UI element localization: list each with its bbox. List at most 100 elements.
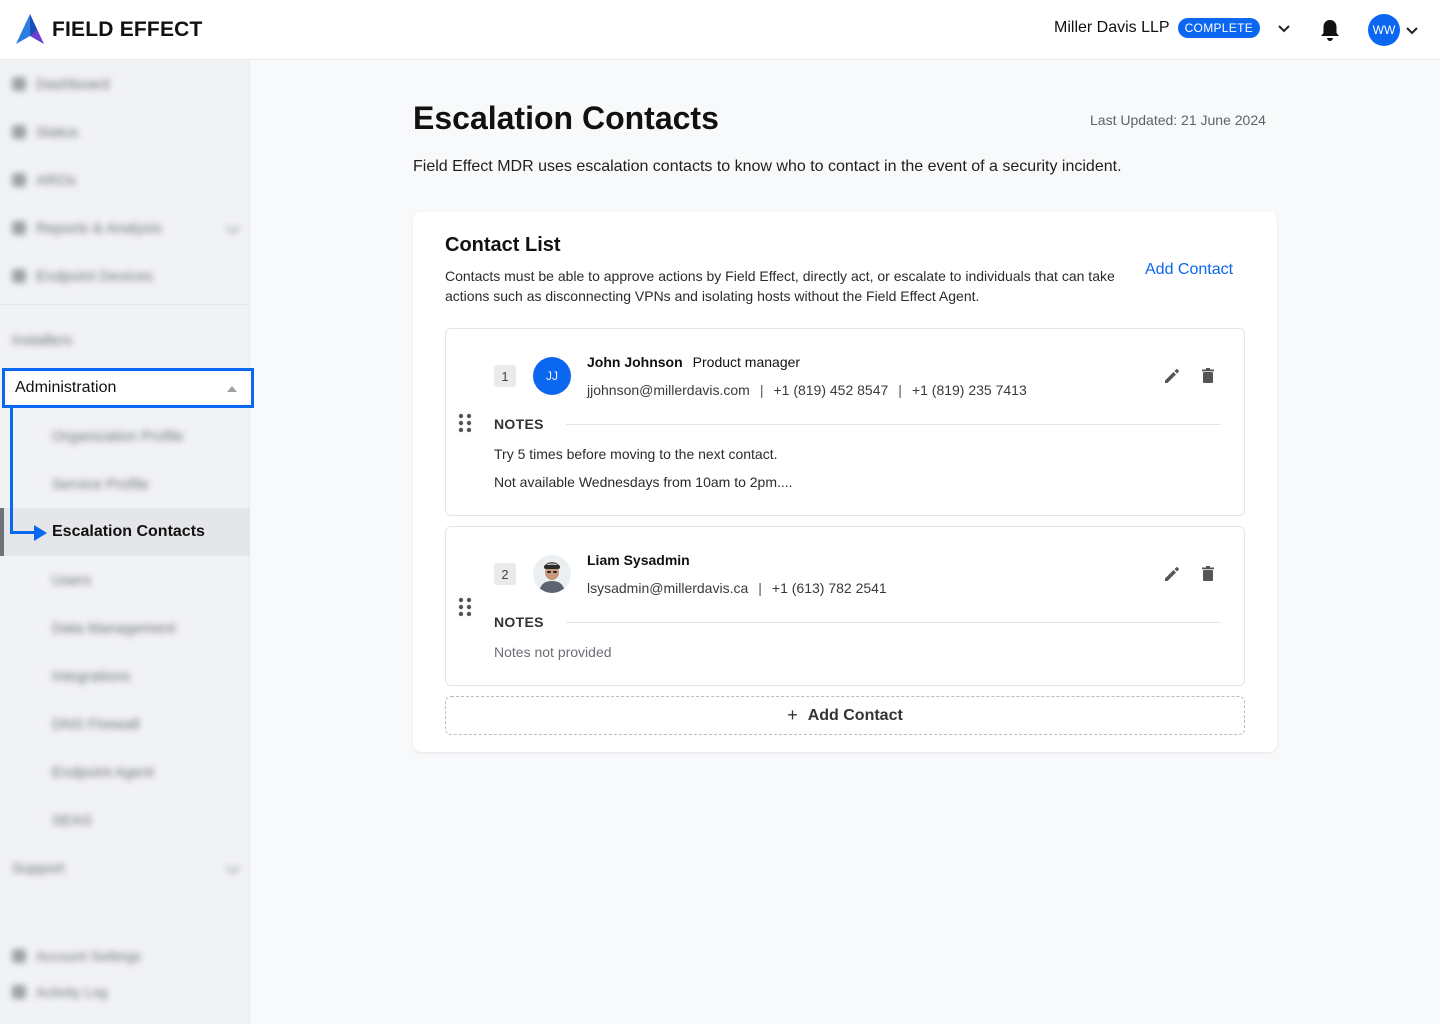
add-contact-link[interactable]: Add Contact	[1145, 261, 1233, 279]
grid-icon	[12, 77, 26, 91]
sidebar-item-account-settings[interactable]: Account Settings	[0, 938, 250, 974]
sidebar: Dashboard Status AROs Reports & Analysis…	[0, 60, 254, 1024]
trash-icon[interactable]	[1198, 366, 1218, 386]
sidebar-item-integrations[interactable]: Integrations	[0, 652, 250, 700]
user-icon	[12, 949, 26, 963]
notes-divider	[566, 424, 1221, 425]
chevron-down-icon[interactable]	[1404, 22, 1420, 38]
sidebar-item-label: SEAS	[52, 811, 93, 829]
activity-icon	[12, 985, 26, 999]
device-icon	[12, 269, 26, 283]
org-selector[interactable]: Miller Davis LLP COMPLETE	[1054, 18, 1292, 38]
last-updated: Last Updated: 21 June 2024	[1090, 112, 1266, 128]
contact-list-title: Contact List	[445, 234, 561, 256]
brand[interactable]: FIELD EFFECT	[16, 14, 203, 46]
sidebar-item-dashboard[interactable]: Dashboard	[0, 60, 250, 108]
sidebar-item-label: DNS Firewall	[52, 715, 140, 733]
contact-name: John Johnson	[587, 354, 683, 370]
contact-details: lsysadmin@millerdavis.ca | +1 (613) 782 …	[587, 580, 887, 596]
sidebar-item-label: Endpoint Devices	[36, 267, 153, 285]
contact-avatar: JJ	[533, 357, 571, 395]
sidebar-item-support[interactable]: Support	[0, 844, 250, 892]
sidebar-item-label: Dashboard	[36, 75, 110, 93]
sidebar-item-users[interactable]: Users	[0, 556, 250, 604]
sidebar-item-label: AROs	[36, 171, 77, 189]
sidebar-item-service-profile[interactable]: Service Profile	[0, 460, 250, 508]
contact-email: jjohnson@millerdavis.com	[587, 382, 750, 398]
sidebar-item-endpoint-devices[interactable]: Endpoint Devices	[0, 252, 250, 300]
notes-header: NOTES	[494, 614, 544, 630]
sidebar-item-reports[interactable]: Reports & Analysis	[0, 204, 250, 252]
pencil-icon[interactable]	[1162, 564, 1182, 584]
contact-phone: +1 (819) 452 8547	[773, 382, 889, 398]
sidebar-divider	[0, 304, 250, 305]
note-text: Try 5 times before moving to the next co…	[494, 446, 778, 462]
contact-card: 1 JJ John Johnson Product manager jjohns…	[445, 328, 1245, 516]
page-title: Escalation Contacts	[413, 100, 719, 136]
chevron-down-icon	[225, 859, 241, 875]
report-icon	[12, 221, 26, 235]
contact-avatar-photo	[533, 555, 571, 593]
sidebar-item-dns-firewall[interactable]: DNS Firewall	[0, 700, 250, 748]
alert-icon	[12, 173, 26, 187]
user-avatar[interactable]: WW	[1368, 14, 1400, 46]
brand-name: FIELD EFFECT	[52, 18, 203, 41]
contact-list-card: Contact List Contacts must be able to ap…	[413, 212, 1277, 752]
top-bar: FIELD EFFECT Miller Davis LLP COMPLETE W…	[0, 0, 1440, 60]
sidebar-item-seas[interactable]: SEAS	[0, 796, 250, 844]
sidebar-item-label: Reports & Analysis	[36, 219, 162, 237]
contact-name-row: Liam Sysadmin	[587, 552, 690, 568]
contact-details: jjohnson@millerdavis.com | +1 (819) 452 …	[587, 382, 1027, 398]
add-contact-button[interactable]: + Add Contact	[445, 696, 1245, 735]
caret-up-icon	[227, 386, 237, 392]
sidebar-item-activity-log[interactable]: Activity Log	[0, 974, 250, 1010]
drag-handle-icon[interactable]	[458, 413, 472, 433]
contact-phone: +1 (819) 235 7413	[911, 382, 1027, 398]
separator: |	[759, 382, 764, 398]
add-contact-label: Add Contact	[807, 706, 903, 724]
sidebar-item-label: Endpoint Agent	[52, 763, 154, 781]
notes-divider	[566, 622, 1221, 623]
field-effect-logo-icon	[16, 14, 44, 44]
drag-handle-icon[interactable]	[458, 597, 472, 617]
trash-icon[interactable]	[1198, 564, 1218, 584]
sidebar-item-status[interactable]: Status	[0, 108, 250, 156]
notes-header: NOTES	[494, 416, 544, 432]
sidebar-item-label: Installers	[12, 331, 73, 349]
sidebar-item-label: Support	[12, 859, 65, 877]
chevron-down-icon	[225, 219, 241, 235]
highlight-connector	[10, 408, 13, 534]
sidebar-item-label: Activity Log	[36, 984, 108, 1000]
sidebar-item-label: Organization Profile	[52, 427, 184, 445]
sidebar-item-aros[interactable]: AROs	[0, 156, 250, 204]
sidebar-item-label: Service Profile	[52, 475, 149, 493]
sidebar-item-label: Status	[36, 123, 79, 141]
contact-index: 2	[494, 563, 516, 585]
chevron-down-icon	[1278, 25, 1290, 33]
separator: |	[758, 580, 762, 596]
sidebar-item-administration[interactable]: Administration	[2, 368, 254, 408]
status-icon	[12, 125, 26, 139]
contact-card: 2 Liam Sysadmin lsysadmin@millerdavis.ca…	[445, 526, 1245, 686]
contact-role: Product manager	[692, 354, 801, 370]
sidebar-item-endpoint-agent[interactable]: Endpoint Agent	[0, 748, 250, 796]
sidebar-item-installers[interactable]: Installers	[0, 316, 250, 364]
sidebar-item-label: Administration	[15, 379, 117, 396]
sidebar-item-label: Data Management	[52, 619, 176, 637]
sidebar-item-data-management[interactable]: Data Management	[0, 604, 250, 652]
contact-list-description: Contacts must be able to approve actions…	[445, 268, 1115, 304]
sidebar-item-organization-profile[interactable]: Organization Profile	[0, 412, 250, 460]
pencil-icon[interactable]	[1162, 366, 1182, 386]
sidebar-item-label: Account Settings	[36, 948, 142, 964]
contact-name: Liam Sysadmin	[587, 552, 690, 568]
sidebar-item-label: Users	[52, 571, 92, 589]
bell-icon[interactable]	[1319, 18, 1341, 42]
contact-phone: +1 (613) 782 2541	[771, 580, 887, 596]
org-name: Miller Davis LLP	[1054, 19, 1170, 36]
org-status-badge: COMPLETE	[1177, 18, 1261, 38]
page-description: Field Effect MDR uses escalation contact…	[413, 158, 1122, 175]
sidebar-item-label: Integrations	[52, 667, 131, 685]
contact-index: 1	[494, 365, 516, 387]
plus-icon: +	[787, 705, 798, 725]
note-text: Not available Wednesdays from 10am to 2p…	[494, 474, 793, 490]
